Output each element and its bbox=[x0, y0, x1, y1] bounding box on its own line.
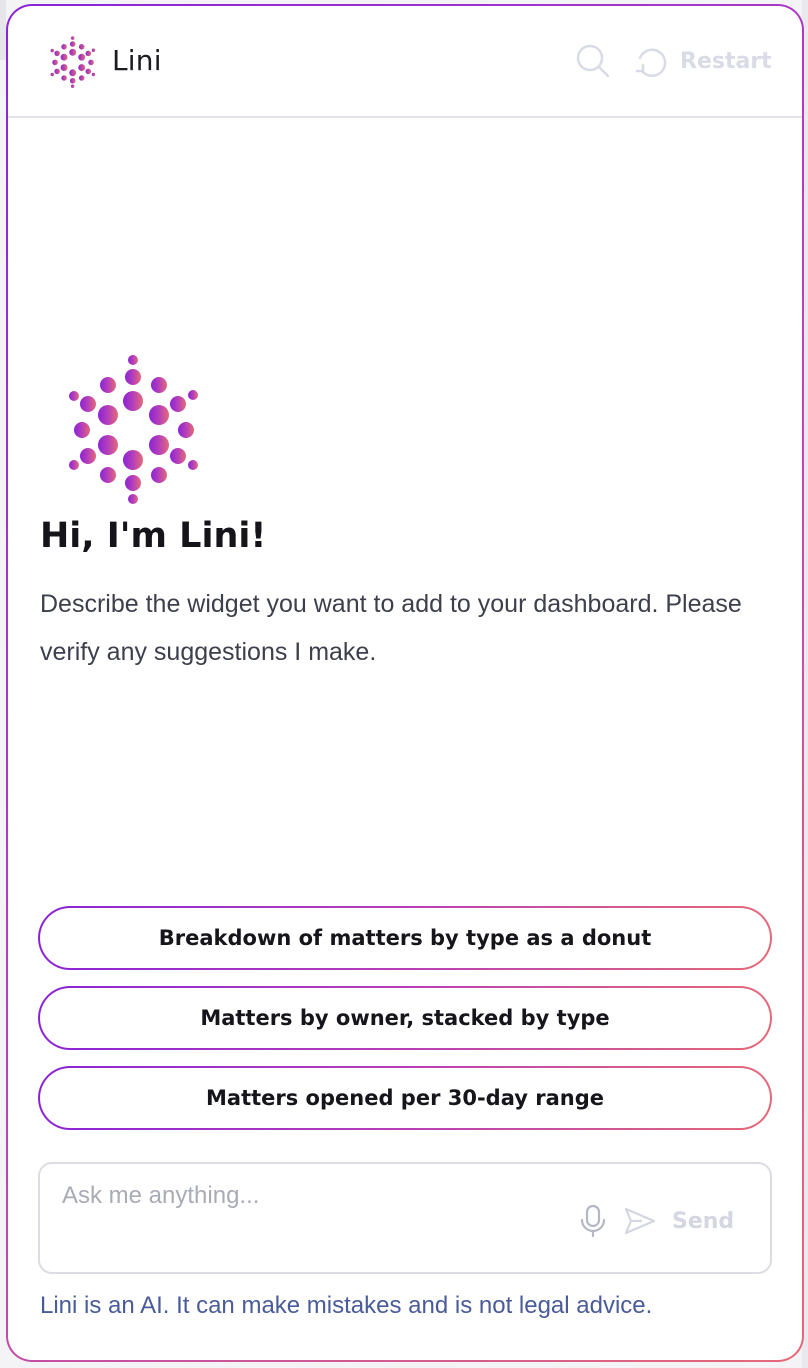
suggestion-button-owner-stacked[interactable]: Matters by owner, stacked by type bbox=[38, 986, 772, 1050]
send-button[interactable]: Send bbox=[624, 1202, 734, 1240]
intro-text: Describe the widget you want to add to y… bbox=[40, 590, 742, 666]
send-label: Send bbox=[672, 1208, 735, 1234]
panel-header: Lini Restart bbox=[8, 6, 802, 118]
restart-icon bbox=[635, 48, 667, 78]
search-icon[interactable] bbox=[574, 42, 612, 80]
restart-button[interactable]: Restart bbox=[634, 40, 772, 82]
ai-disclaimer: Lini is an AI. It can make mistakes and … bbox=[40, 1292, 653, 1319]
greeting-heading: Hi, I'm Lini! bbox=[40, 516, 267, 556]
assistant-panel: Lini Restart Hi, I'm Lini! Describe the … bbox=[8, 6, 802, 1360]
app-title: Lini bbox=[112, 44, 162, 77]
suggestion-label: Breakdown of matters by type as a donut bbox=[40, 908, 770, 968]
assistant-panel-frame: Lini Restart Hi, I'm Lini! Describe the … bbox=[6, 4, 804, 1362]
lini-logo-icon bbox=[50, 36, 96, 88]
suggestion-button-donut[interactable]: Breakdown of matters by type as a donut bbox=[38, 906, 772, 970]
lini-hero-logo-icon bbox=[69, 355, 198, 504]
send-icon bbox=[624, 1207, 656, 1235]
suggestion-label: Matters opened per 30-day range bbox=[40, 1068, 770, 1128]
restart-label: Restart bbox=[680, 48, 772, 74]
message-composer: Send bbox=[38, 1162, 772, 1274]
message-input[interactable] bbox=[62, 1176, 562, 1216]
suggestion-label: Matters by owner, stacked by type bbox=[40, 988, 770, 1048]
microphone-icon[interactable] bbox=[578, 1204, 608, 1238]
suggestion-button-30-day-range[interactable]: Matters opened per 30-day range bbox=[38, 1066, 772, 1130]
